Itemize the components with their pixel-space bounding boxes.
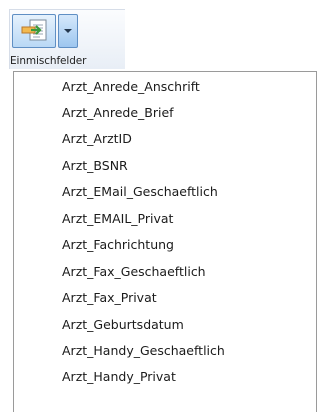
insert-fields-split-button[interactable] bbox=[12, 14, 100, 50]
menu-item[interactable]: Arzt_Handy_Privat bbox=[14, 364, 316, 390]
chevron-down-icon bbox=[64, 29, 72, 33]
menu-item[interactable]: Arzt_Fachrichtung bbox=[14, 232, 316, 258]
menu-item[interactable]: Arzt_EMAIL_Privat bbox=[14, 206, 316, 232]
menu-item[interactable]: Arzt_Handy_Geschaeftlich bbox=[14, 338, 316, 364]
insert-fields-button[interactable] bbox=[12, 14, 56, 48]
insert-fields-dropdown-button[interactable] bbox=[58, 14, 78, 48]
menu-item[interactable]: Arzt_EMail_Geschaeftlich bbox=[14, 179, 316, 205]
ribbon-group: Einmischfelder bbox=[9, 9, 125, 69]
fields-dropdown-menu[interactable]: Arzt_Anrede_Anschrift Arzt_Anrede_Brief … bbox=[13, 71, 317, 412]
menu-item[interactable]: Arzt_Geburtsdatum bbox=[14, 312, 316, 338]
menu-item[interactable]: Arzt_ArztID bbox=[14, 126, 316, 152]
insert-fields-icon bbox=[21, 19, 47, 41]
menu-item[interactable]: Arzt_Anrede_Anschrift bbox=[14, 74, 316, 100]
menu-item[interactable]: Arzt_BSNR bbox=[14, 153, 316, 179]
menu-item[interactable]: Arzt_Anrede_Brief bbox=[14, 100, 316, 126]
group-label: Einmischfelder bbox=[10, 55, 87, 67]
menu-item[interactable]: Arzt_Fax_Privat bbox=[14, 285, 316, 311]
menu-item[interactable]: Arzt_Fax_Geschaeftlich bbox=[14, 259, 316, 285]
